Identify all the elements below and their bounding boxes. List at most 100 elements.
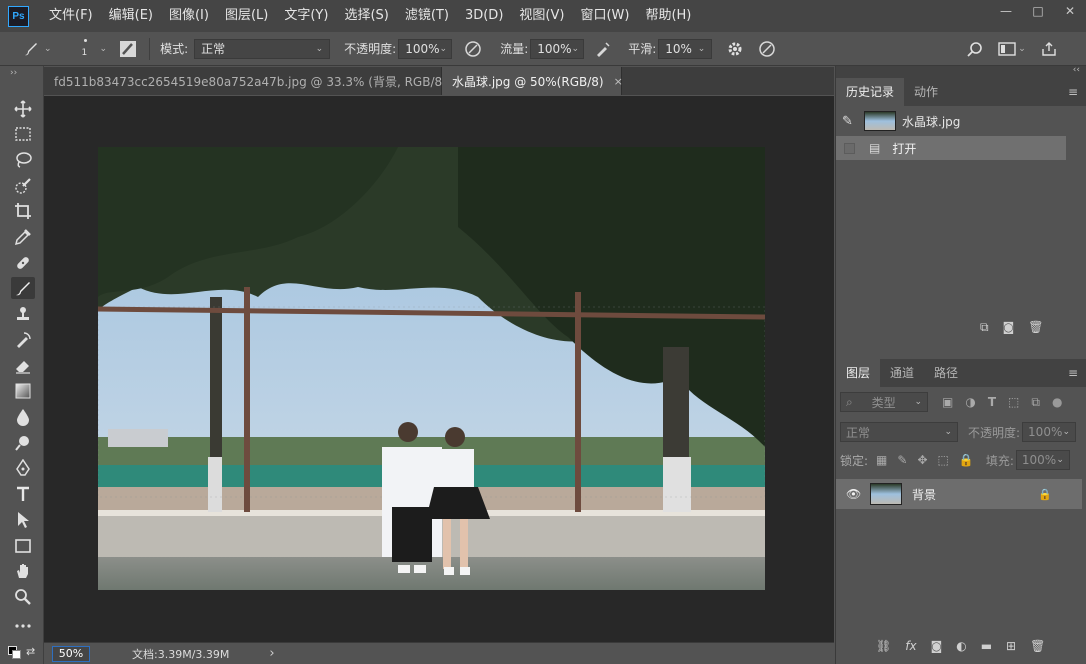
tab-document-2[interactable]: 水晶球.jpg @ 50%(RGB/8) × [442, 67, 623, 95]
brush-preset-icon[interactable] [20, 38, 42, 60]
adjustment-filter-icon[interactable]: ◑ [965, 395, 975, 409]
blend-mode-select[interactable]: 正常 ⌄ [840, 422, 958, 442]
pen-tool-icon[interactable] [11, 457, 35, 479]
menu-file[interactable]: 文件(F) [41, 0, 101, 32]
tab-document-1[interactable]: fd511b83473cc2654519e80a752a47b.jpg @ 33… [44, 67, 476, 95]
dodge-tool-icon[interactable] [11, 432, 35, 454]
healing-brush-tool-icon[interactable] [11, 252, 35, 274]
flow-field[interactable]: 100% ⌄ [530, 38, 585, 59]
airbrush-icon[interactable] [592, 38, 614, 60]
new-layer-icon[interactable]: ⊞ [1006, 639, 1016, 653]
quick-selection-tool-icon[interactable] [11, 175, 35, 197]
type-filter-icon[interactable]: T [988, 395, 996, 409]
menu-layer[interactable]: 图层(L) [217, 0, 276, 32]
status-menu-arrow[interactable]: › [269, 646, 274, 661]
brush-size-picker[interactable]: 1 [74, 36, 100, 62]
move-tool-icon[interactable] [11, 98, 35, 120]
link-layers-icon[interactable]: ⛓ [876, 639, 891, 653]
filter-toggle-icon[interactable]: ● [1052, 395, 1062, 409]
history-snapshot[interactable]: ✎ 水晶球.jpg [836, 106, 1086, 136]
tab-paths[interactable]: 路径 [924, 359, 968, 387]
lasso-tool-icon[interactable] [11, 149, 35, 171]
folder-icon[interactable]: ▬ [981, 639, 992, 653]
history-brush-source-icon[interactable]: ✎ [842, 114, 858, 129]
history-checkbox[interactable] [844, 142, 855, 154]
brush-panel-toggle-icon[interactable] [117, 38, 139, 60]
lock-artboard-icon[interactable]: ⬚ [938, 453, 949, 467]
history-brush-tool-icon[interactable] [11, 329, 35, 351]
marquee-tool-icon[interactable] [11, 123, 35, 145]
hand-tool-icon[interactable] [11, 560, 35, 582]
menu-window[interactable]: 窗口(W) [572, 0, 637, 32]
minimize-button[interactable]: — [990, 0, 1022, 22]
document-image[interactable] [98, 147, 765, 590]
share-icon[interactable] [1038, 38, 1060, 60]
zoom-tool-icon[interactable] [11, 586, 35, 608]
color-swatches[interactable]: ⇄ [8, 642, 38, 660]
zoom-level-field[interactable]: 50% [52, 645, 90, 662]
fill-field[interactable]: 100% ⌄ [1015, 450, 1070, 470]
search-icon[interactable] [964, 38, 986, 60]
history-step[interactable]: ▤ 打开 [836, 136, 1066, 160]
close-icon[interactable]: × [614, 75, 623, 88]
trash-icon[interactable]: 🗑 [1030, 639, 1045, 653]
panel-menu-icon[interactable]: ≡ [1068, 366, 1078, 380]
opacity-field[interactable]: 100% ⌄ [398, 38, 453, 59]
pixel-filter-icon[interactable]: ▣ [942, 395, 953, 409]
swap-colors-icon[interactable]: ⇄ [26, 645, 35, 658]
workspace-icon[interactable] [996, 38, 1018, 60]
layer-filter-select[interactable]: ⌕ 类型 ⌄ [840, 392, 928, 412]
crop-tool-icon[interactable] [11, 200, 35, 222]
camera-icon[interactable]: ◙ [1003, 320, 1015, 335]
collapse-arrows-icon[interactable]: ‹‹ [1073, 65, 1080, 75]
brush-tool-icon[interactable] [11, 277, 35, 299]
add-mask-icon[interactable]: ◙ [931, 639, 943, 653]
menu-help[interactable]: 帮助(H) [637, 0, 699, 32]
pressure-opacity-icon[interactable] [462, 38, 484, 60]
canvas-area[interactable] [44, 96, 834, 642]
blur-tool-icon[interactable] [11, 406, 35, 428]
panel-menu-icon[interactable]: ≡ [1068, 85, 1078, 99]
adjustment-layer-icon[interactable]: ◐ [956, 639, 966, 653]
lock-transparent-icon[interactable]: ▦ [876, 453, 887, 467]
gradient-tool-icon[interactable] [11, 380, 35, 402]
chevron-down-icon[interactable]: ⌄ [44, 44, 52, 54]
lock-all-icon[interactable]: 🔒 [959, 453, 974, 467]
pressure-size-icon[interactable] [756, 38, 778, 60]
gear-icon[interactable] [724, 38, 746, 60]
smart-object-filter-icon[interactable]: ⧉ [1031, 395, 1040, 410]
type-tool-icon[interactable] [11, 483, 35, 505]
eye-icon[interactable]: 👁 [846, 487, 861, 501]
menu-view[interactable]: 视图(V) [511, 0, 572, 32]
tab-layers[interactable]: 图层 [836, 359, 881, 387]
collapse-arrows-icon[interactable]: ›› [10, 68, 17, 78]
menu-select[interactable]: 选择(S) [336, 0, 396, 32]
eraser-tool-icon[interactable] [11, 355, 35, 377]
menu-type[interactable]: 文字(Y) [276, 0, 336, 32]
lock-position-icon[interactable]: ✥ [917, 453, 927, 467]
menu-edit[interactable]: 编辑(E) [101, 0, 161, 32]
close-window-button[interactable]: ✕ [1054, 0, 1086, 22]
tab-actions[interactable]: 动作 [904, 78, 948, 106]
chevron-down-icon[interactable]: ⌄ [1018, 44, 1026, 54]
trash-icon[interactable]: 🗑 [1028, 320, 1043, 335]
tab-history[interactable]: 历史记录 [836, 78, 905, 106]
tab-channels[interactable]: 通道 [880, 359, 924, 387]
restore-button[interactable]: □ [1022, 0, 1054, 22]
menu-3d[interactable]: 3D(D) [457, 0, 511, 32]
shape-filter-icon[interactable]: ⬚ [1008, 395, 1019, 409]
lock-image-icon[interactable]: ✎ [897, 453, 907, 467]
mode-select[interactable]: 正常 ⌄ [194, 38, 331, 59]
menu-image[interactable]: 图像(I) [161, 0, 217, 32]
background-color-swatch[interactable] [12, 650, 21, 659]
path-selection-tool-icon[interactable] [11, 509, 35, 531]
menu-filter[interactable]: 滤镜(T) [397, 0, 457, 32]
rectangle-tool-icon[interactable] [11, 535, 35, 557]
more-tools-icon[interactable] [11, 615, 35, 637]
eyedropper-tool-icon[interactable] [11, 226, 35, 248]
fx-icon[interactable]: fx [905, 639, 916, 653]
layer-row[interactable]: 👁 背景 🔒 [836, 479, 1082, 509]
clone-stamp-tool-icon[interactable] [11, 303, 35, 325]
smooth-field[interactable]: 10% ⌄ [658, 38, 713, 59]
layer-opacity-field[interactable]: 100% ⌄ [1022, 422, 1077, 442]
